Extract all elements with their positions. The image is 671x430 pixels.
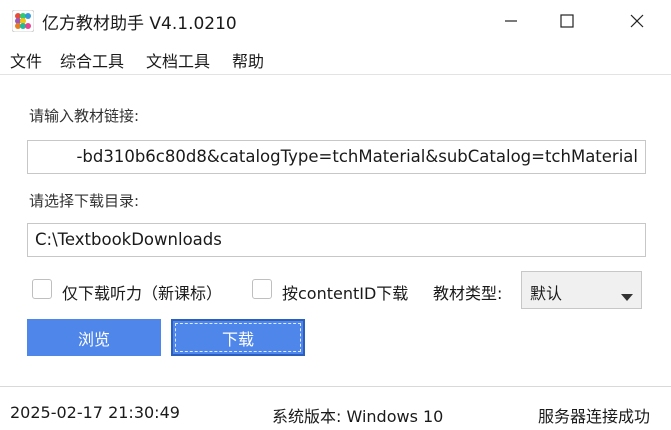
listening-only-label[interactable]: 仅下载听力（新课标）: [62, 280, 222, 304]
menu-bar: 文件 综合工具 文档工具 帮助: [0, 42, 671, 75]
material-type-label: 教材类型:: [433, 284, 503, 303]
material-type-select[interactable]: 默认: [521, 271, 642, 309]
link-input-value: -bd310b6c80d8&catalogType=tchMaterial&su…: [76, 147, 638, 166]
focus-outline: [175, 323, 301, 352]
status-datetime: 2025-02-17 21:30:49: [10, 403, 180, 422]
contentid-checkbox[interactable]: [252, 279, 272, 299]
dropdown-arrow-icon: [621, 294, 633, 301]
maximize-icon: [560, 14, 574, 28]
close-icon: [630, 14, 644, 28]
title-bar[interactable]: 亿方教材助手 V4.1.0210: [0, 0, 671, 42]
directory-input[interactable]: C:\TextbookDownloads: [27, 223, 646, 257]
app-grid-icon: [12, 10, 34, 32]
status-os-version: 系统版本: Windows 10: [272, 407, 444, 426]
window-title: 亿方教材助手 V4.1.0210: [42, 14, 237, 34]
status-server: 服务器连接成功: [538, 407, 651, 426]
minimize-icon: [505, 20, 517, 22]
contentid-label[interactable]: 按contentID下载: [282, 280, 408, 304]
download-button[interactable]: 下载: [171, 319, 305, 356]
status-bar: 2025-02-17 21:30:49 系统版本: Windows 10 服务器…: [0, 386, 671, 430]
listening-only-checkbox[interactable]: [32, 279, 52, 299]
material-type-value: 默认: [530, 284, 563, 303]
menu-tools[interactable]: 综合工具: [60, 48, 124, 72]
menu-file[interactable]: 文件: [10, 48, 42, 72]
maximize-button[interactable]: [539, 0, 595, 42]
minimize-button[interactable]: [483, 0, 539, 42]
menu-help[interactable]: 帮助: [232, 48, 264, 72]
browse-button[interactable]: 浏览: [27, 319, 161, 356]
link-input[interactable]: -bd310b6c80d8&catalogType=tchMaterial&su…: [27, 140, 646, 174]
close-button[interactable]: [609, 0, 665, 42]
directory-input-value: C:\TextbookDownloads: [35, 230, 222, 249]
menu-doc-tools[interactable]: 文档工具: [146, 48, 210, 72]
main-panel: 请输入教材链接: -bd310b6c80d8&catalogType=tchMa…: [0, 75, 671, 385]
directory-label: 请选择下载目录:: [29, 192, 140, 210]
link-label: 请输入教材链接:: [29, 107, 140, 125]
browse-button-label: 浏览: [77, 329, 110, 349]
